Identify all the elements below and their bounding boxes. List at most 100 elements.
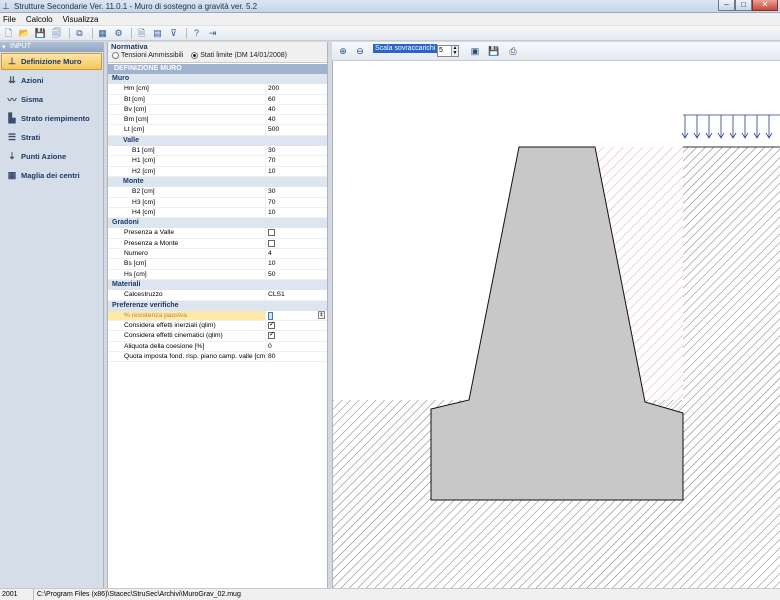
normativa-group: Normativa Tensioni Ammissibili Stati lim… (108, 42, 327, 63)
prop-value[interactable]: 10 (265, 207, 327, 218)
collapse-icon[interactable]: ▾ (2, 43, 6, 53)
open-folder-icon[interactable]: 📂 (18, 27, 31, 39)
fill-layer-icon: ▙ (8, 113, 16, 123)
prop-row[interactable]: Aliquota della coesione [%] 0 (108, 341, 327, 353)
prop-row[interactable]: H3 [cm] 70 (108, 197, 327, 208)
effetti-cinematici-checkbox[interactable] (268, 331, 275, 340)
prop-row[interactable]: Bt [cm] 60 (108, 94, 327, 105)
prop-value[interactable]: 40 (265, 104, 327, 115)
prop-value[interactable]: 70 (265, 197, 327, 207)
presenza-valle-checkbox[interactable] (268, 229, 275, 237)
radio-stati-limite[interactable]: Stati limite (DM 14/01/2008) (191, 51, 287, 61)
prop-value[interactable] (265, 331, 327, 341)
prop-value[interactable]: 10 (265, 259, 327, 269)
prop-row[interactable]: B2 [cm] 30 (108, 187, 327, 198)
document-icon[interactable]: 🗎 (135, 27, 148, 39)
effetti-inerziali-checkbox[interactable] (268, 321, 275, 330)
prop-key: Hs [cm] (124, 270, 147, 278)
prop-value[interactable]: 0 (265, 341, 327, 352)
prop-row[interactable]: Presenza a Monte (108, 238, 327, 250)
prop-value[interactable]: 10 (265, 166, 327, 176)
spin-icon[interactable]: ⇕ (318, 310, 325, 319)
nav-item-punti-azione[interactable]: ⇣ Punti Azione (1, 148, 102, 165)
zoom-in-icon[interactable]: ⊕ (337, 45, 349, 57)
nav-item-definizione-muro[interactable]: ⊥ Definizione Muro (1, 53, 102, 70)
presenza-monte-checkbox[interactable] (268, 239, 275, 247)
nav-item-label: Sisma (21, 95, 44, 104)
run-icon[interactable]: ⚙ (112, 27, 125, 39)
prop-row[interactable]: Quota imposta fond. risp. piano camp. va… (108, 352, 327, 363)
prop-value[interactable]: 200 (265, 84, 327, 94)
resistenza-passiva-input[interactable] (268, 311, 273, 320)
drawing-canvas[interactable] (332, 61, 780, 588)
menu-file[interactable]: File (3, 13, 16, 25)
nav-item-sisma[interactable]: 〰 Sisma (1, 91, 102, 108)
print-icon[interactable]: ⎙ (507, 45, 519, 57)
new-file-icon[interactable]: 🗋 (2, 27, 15, 39)
prop-value[interactable]: 30 (265, 146, 327, 156)
copy-icon[interactable]: ⧉ (73, 27, 86, 39)
prop-key: Bv [cm] (124, 105, 147, 113)
prop-row[interactable]: Lt [cm] 500 (108, 125, 327, 136)
close-button[interactable]: ✕ (752, 0, 778, 11)
radio-button[interactable] (191, 52, 199, 59)
save-icon[interactable]: 💾 (34, 27, 47, 39)
scale-stepper[interactable]: 5 ▲ ▼ (437, 45, 459, 57)
fit-view-icon[interactable]: ▣ (469, 45, 481, 57)
prop-value[interactable] (265, 228, 327, 238)
prop-value[interactable]: CLS1 (265, 290, 327, 300)
prop-row[interactable]: H2 [cm] 10 (108, 166, 327, 177)
menu-calcolo[interactable]: Calcolo (26, 13, 53, 25)
prop-row[interactable]: Hm [cm] 200 (108, 84, 327, 95)
spin-icon[interactable]: ▲ ▼ (451, 46, 458, 56)
prop-row[interactable]: Bv [cm] 40 (108, 104, 327, 116)
prop-value[interactable]: 40 (265, 115, 327, 125)
exit-icon[interactable]: ⇥ (206, 27, 219, 39)
nav-item-maglia-centri[interactable]: ▦ Maglia dei centri (1, 167, 102, 184)
prop-row[interactable]: Considera effetti inerziali (qlim) (108, 321, 327, 332)
prop-value[interactable] (265, 238, 327, 249)
prop-row[interactable]: B1 [cm] 30 (108, 146, 327, 157)
prop-row[interactable]: Bs [cm] 10 (108, 259, 327, 270)
prop-value[interactable]: ⇕ (265, 310, 327, 321)
scale-value[interactable]: 5 (439, 47, 443, 54)
prop-row[interactable]: Considera effetti cinematici (qlim) (108, 331, 327, 342)
save-image-icon[interactable]: 💾 (488, 45, 500, 57)
prop-row[interactable]: Presenza a Valle (108, 228, 327, 239)
prop-key: Bt [cm] (124, 95, 145, 103)
prop-row[interactable]: % resistenza passiva ⇕ (108, 310, 327, 322)
calculator-icon[interactable]: ▦ (96, 27, 109, 39)
prop-row[interactable]: Hs [cm] 50 (108, 269, 327, 280)
maximize-button[interactable]: □ (735, 0, 752, 11)
nav-item-azioni[interactable]: ⇊ Azioni (1, 72, 102, 89)
prop-key: Hm [cm] (124, 85, 149, 93)
prop-row[interactable]: H4 [cm] 10 (108, 207, 327, 219)
prop-value[interactable]: 70 (265, 156, 327, 166)
prop-value[interactable]: 4 (265, 249, 327, 259)
prop-key: Considera effetti cinematici (qlim) (124, 332, 223, 340)
nav-item-strati[interactable]: ☰ Strati (1, 129, 102, 146)
radio-tensioni-ammissibili[interactable]: Tensioni Ammissibili (112, 51, 183, 61)
prop-row[interactable]: Numero 4 (108, 249, 327, 260)
minimize-button[interactable]: – (718, 0, 735, 11)
prop-value[interactable]: 50 (265, 269, 327, 279)
radio-button[interactable] (112, 52, 119, 59)
prop-value[interactable]: 80 (265, 352, 327, 362)
menu-visualizza[interactable]: Visualizza (63, 13, 99, 25)
prop-row[interactable]: H1 [cm] 70 (108, 156, 327, 167)
surcharge-load (681, 114, 780, 139)
help-icon[interactable]: ? (190, 27, 203, 39)
prop-row[interactable]: Calcestruzzo CLS1 (108, 290, 327, 301)
toolbar-separator (92, 27, 93, 39)
wall-drawing (333, 114, 780, 588)
zoom-out-icon[interactable]: ⊖ (354, 45, 366, 57)
report-icon[interactable]: ▤ (151, 27, 164, 39)
nav-item-strato-riempimento[interactable]: ▙ Strato riempimento (1, 110, 102, 127)
prop-row[interactable]: Bm [cm] 40 (108, 115, 327, 126)
prop-value[interactable]: 60 (265, 94, 327, 104)
save-as-icon[interactable]: 🗐 (50, 27, 63, 39)
prop-value[interactable]: 30 (265, 187, 327, 197)
filter-icon[interactable]: ⊽ (167, 27, 180, 39)
prop-value[interactable] (265, 321, 327, 331)
prop-value[interactable]: 500 (265, 125, 327, 135)
